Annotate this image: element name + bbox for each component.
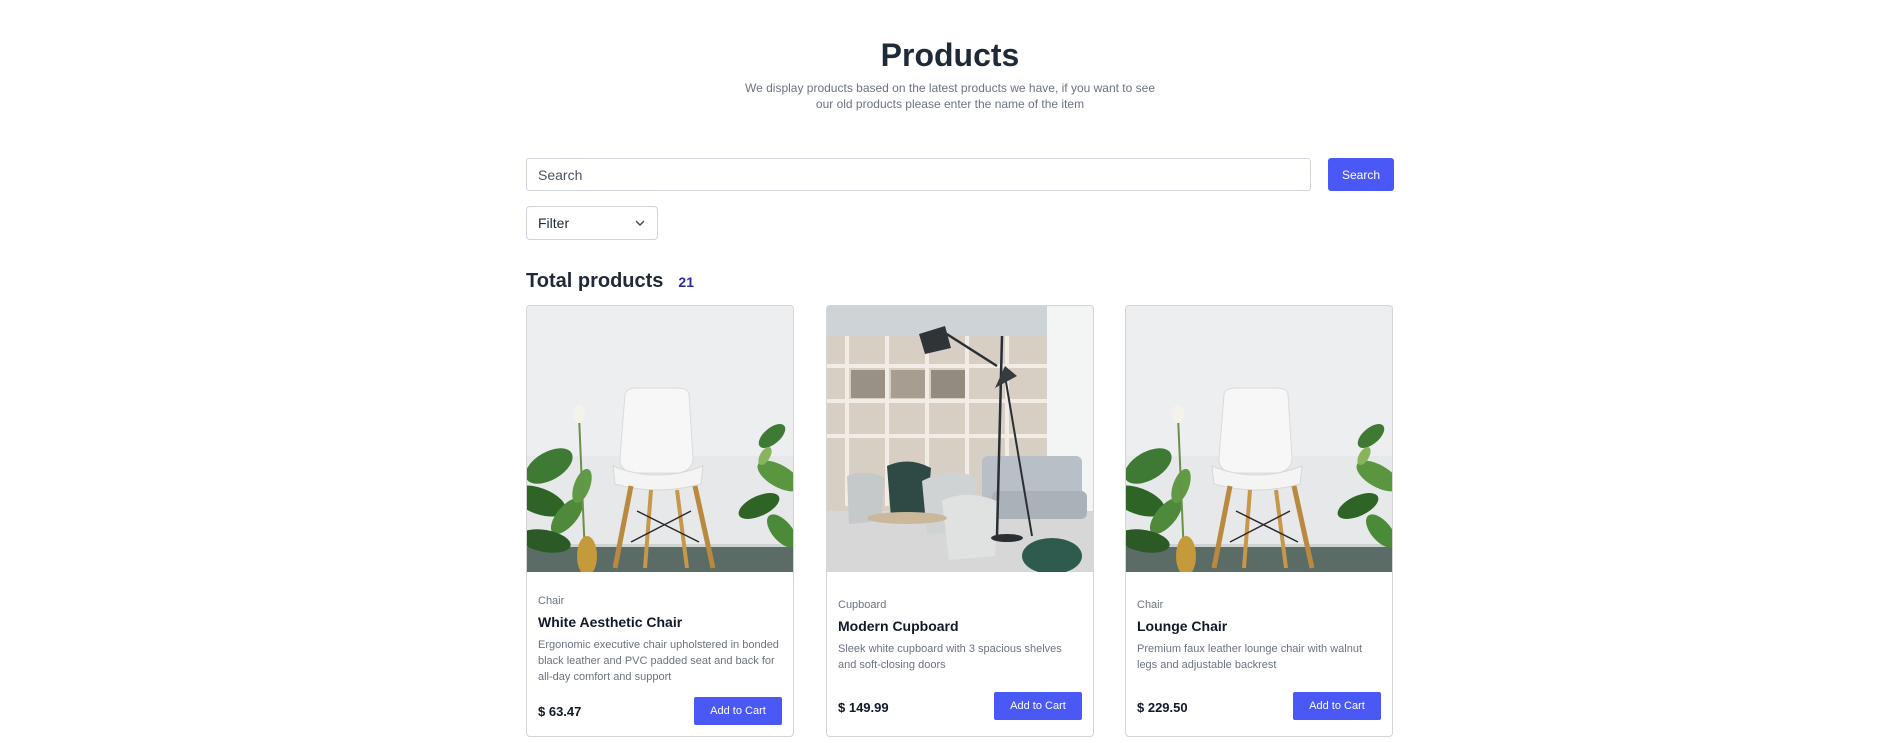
product-name[interactable]: White Aesthetic Chair: [538, 613, 782, 631]
filter-label: Filter: [538, 215, 570, 231]
product-card[interactable]: Cupboard Modern Cupboard Sleek white cup…: [826, 305, 1094, 737]
product-category: Chair: [538, 595, 565, 607]
product-description: Premium faux leather lounge chair with w…: [1137, 643, 1363, 671]
product-card[interactable]: Chair White Aesthetic Chair Ergonomic ex…: [526, 305, 794, 737]
add-to-cart-button[interactable]: Add to Cart: [994, 692, 1082, 720]
add-to-cart-button[interactable]: Add to Cart: [1293, 692, 1381, 720]
page-subtitle: We display products based on the latest …: [744, 81, 1155, 111]
product-image[interactable]: [1126, 306, 1392, 572]
product-image[interactable]: [527, 306, 793, 572]
product-card[interactable]: Chair Lounge Chair Premium faux leather …: [1125, 305, 1393, 737]
product-price: $ 229.50: [1137, 700, 1188, 715]
chevron-down-icon: [635, 220, 645, 226]
product-info: Chair White Aesthetic Chair Ergonomic ex…: [538, 594, 782, 685]
search-bar: Search: [526, 158, 1394, 191]
chair-photo-image: [527, 306, 793, 572]
search-input[interactable]: [526, 158, 1311, 191]
product-description: Sleek white cupboard with 3 spacious she…: [838, 643, 1062, 671]
filter-dropdown[interactable]: Filter: [526, 206, 658, 240]
search-button[interactable]: Search: [1328, 158, 1394, 191]
product-info: Chair Lounge Chair Premium faux leather …: [1137, 598, 1381, 673]
product-image[interactable]: [827, 306, 1093, 572]
total-products-label: Total products: [526, 270, 664, 292]
product-name[interactable]: Lounge Chair: [1137, 617, 1381, 635]
product-price: $ 149.99: [838, 700, 889, 715]
page-title: Products: [880, 37, 1020, 73]
product-info: Cupboard Modern Cupboard Sleek white cup…: [838, 598, 1082, 673]
page-header: Products We display products based on th…: [0, 36, 1900, 112]
product-price: $ 63.47: [538, 704, 582, 719]
product-category: Cupboard: [838, 599, 887, 611]
product-name[interactable]: Modern Cupboard: [838, 617, 1082, 635]
add-to-cart-button[interactable]: Add to Cart: [694, 697, 782, 725]
chair-photo-image: [1126, 306, 1392, 572]
product-count-summary: Total products 21: [526, 270, 694, 293]
product-description: Ergonomic executive chair upholstered in…: [538, 639, 779, 683]
product-category: Chair: [1137, 599, 1164, 611]
total-products-count: 21: [678, 274, 694, 290]
interior-photo-image: [827, 306, 1093, 572]
